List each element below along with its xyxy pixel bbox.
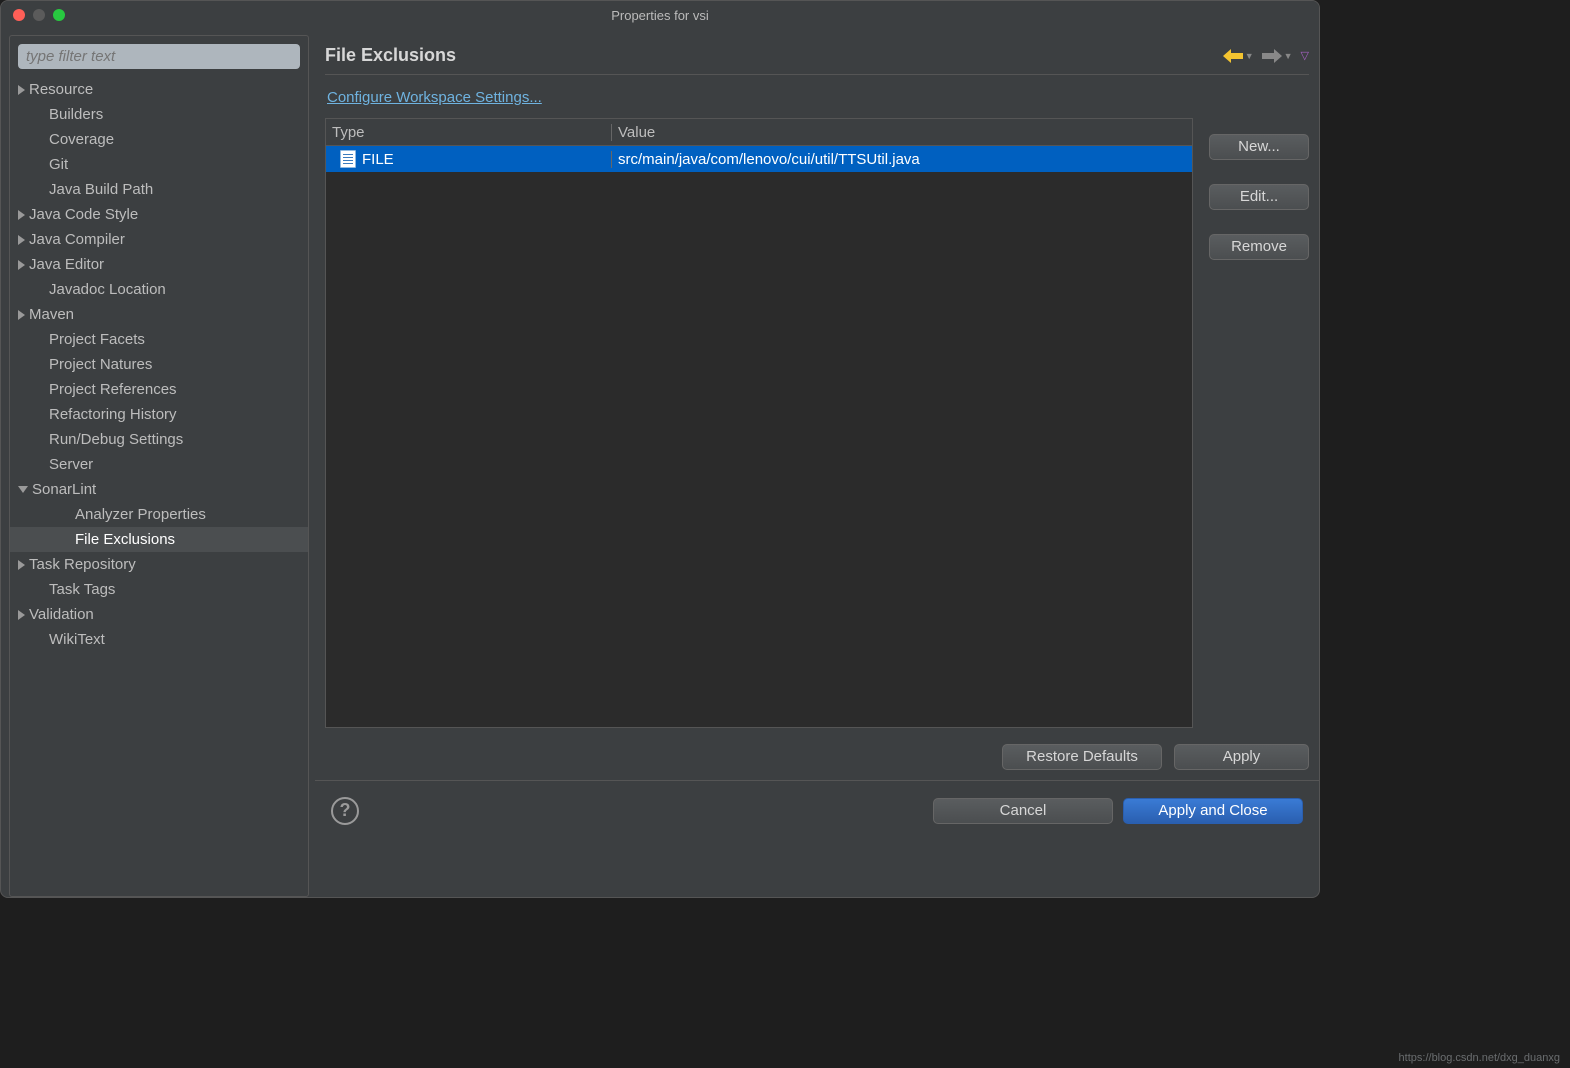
file-icon (340, 150, 356, 168)
tree-item-project-references[interactable]: Project References (10, 377, 308, 402)
tree-item-label: Run/Debug Settings (49, 431, 183, 448)
tree-item-analyzer-properties[interactable]: Analyzer Properties (10, 502, 308, 527)
tree-item-javadoc-location[interactable]: Javadoc Location (10, 277, 308, 302)
tree-item-sonarlint[interactable]: SonarLint (10, 477, 308, 502)
tree-item-git[interactable]: Git (10, 152, 308, 177)
tree-item-label: Git (49, 156, 68, 173)
tree-item-label: Project References (49, 381, 177, 398)
tree-item-label: Coverage (49, 131, 114, 148)
tree-item-label: Task Tags (49, 581, 115, 598)
tree-item-label: WikiText (49, 631, 105, 648)
tree-item-task-tags[interactable]: Task Tags (10, 577, 308, 602)
expand-arrow-icon[interactable] (18, 486, 28, 493)
tree-item-label: File Exclusions (75, 531, 175, 548)
table-row[interactable]: FILE src/main/java/com/lenovo/cui/util/TT… (326, 146, 1192, 172)
tree-item-label: Task Repository (29, 556, 136, 573)
tree-item-label: Project Facets (49, 331, 145, 348)
exclusions-table: Type Value FILE src/main/java/com/lenovo/… (325, 118, 1193, 728)
tree-item-label: SonarLint (32, 481, 96, 498)
expand-arrow-icon[interactable] (18, 610, 25, 620)
expand-arrow-icon[interactable] (18, 260, 25, 270)
apply-and-close-button[interactable]: Apply and Close (1123, 798, 1303, 824)
cell-type: FILE (362, 151, 394, 168)
column-header-type[interactable]: Type (326, 124, 611, 141)
tree-item-builders[interactable]: Builders (10, 102, 308, 127)
tree-item-server[interactable]: Server (10, 452, 308, 477)
tree-item-coverage[interactable]: Coverage (10, 127, 308, 152)
filter-input[interactable] (18, 44, 300, 69)
expand-arrow-icon[interactable] (18, 310, 25, 320)
tree-item-label: Refactoring History (49, 406, 177, 423)
tree-item-java-compiler[interactable]: Java Compiler (10, 227, 308, 252)
tree-item-wikitext[interactable]: WikiText (10, 627, 308, 652)
nav-back-button[interactable]: ▼ (1223, 49, 1254, 63)
tree-item-label: Analyzer Properties (75, 506, 206, 523)
tree-item-file-exclusions[interactable]: File Exclusions (10, 527, 308, 552)
tree-item-label: Java Compiler (29, 231, 125, 248)
tree-item-task-repository[interactable]: Task Repository (10, 552, 308, 577)
tree-item-label: Resource (29, 81, 93, 98)
nav-forward-button[interactable]: ▼ (1262, 49, 1293, 63)
main-panel: File Exclusions ▼ ▼ ▽ Configure Workspac… (315, 29, 1319, 897)
edit-button[interactable]: Edit... (1209, 184, 1309, 210)
expand-arrow-icon[interactable] (18, 560, 25, 570)
tree-item-maven[interactable]: Maven (10, 302, 308, 327)
watermark-text: https://blog.csdn.net/dxg_duanxg (1399, 1052, 1560, 1064)
tree-item-label: Java Build Path (49, 181, 153, 198)
tree-item-validation[interactable]: Validation (10, 602, 308, 627)
tree-item-java-build-path[interactable]: Java Build Path (10, 177, 308, 202)
tree-item-label: Javadoc Location (49, 281, 166, 298)
tree-item-label: Builders (49, 106, 103, 123)
page-title: File Exclusions (325, 45, 456, 66)
apply-button[interactable]: Apply (1174, 744, 1309, 770)
column-header-value[interactable]: Value (611, 124, 1192, 141)
tree-item-java-editor[interactable]: Java Editor (10, 252, 308, 277)
properties-dialog: Properties for vsi Resource Builders Cover… (0, 0, 1320, 898)
tree-item-java-code-style[interactable]: Java Code Style (10, 202, 308, 227)
expand-arrow-icon[interactable] (18, 85, 25, 95)
window-close-button[interactable] (13, 9, 25, 21)
window-zoom-button[interactable] (53, 9, 65, 21)
tree-item-project-natures[interactable]: Project Natures (10, 352, 308, 377)
cancel-button[interactable]: Cancel (933, 798, 1113, 824)
cell-value: src/main/java/com/lenovo/cui/util/TTSUti… (611, 151, 1192, 168)
tree-item-label: Server (49, 456, 93, 473)
configure-workspace-link[interactable]: Configure Workspace Settings... (325, 75, 1309, 118)
tree-item-project-facets[interactable]: Project Facets (10, 327, 308, 352)
window-minimize-button[interactable] (33, 9, 45, 21)
help-icon[interactable]: ? (331, 797, 359, 825)
tree-item-label: Java Code Style (29, 206, 138, 223)
tree-item-label: Project Natures (49, 356, 152, 373)
expand-arrow-icon[interactable] (18, 210, 25, 220)
window-title: Properties for vsi (1, 8, 1319, 23)
tree-item-label: Java Editor (29, 256, 104, 273)
tree-item-resource[interactable]: Resource (10, 77, 308, 102)
titlebar: Properties for vsi (1, 1, 1319, 29)
remove-button[interactable]: Remove (1209, 234, 1309, 260)
tree-item-run-debug-settings[interactable]: Run/Debug Settings (10, 427, 308, 452)
new-button[interactable]: New... (1209, 134, 1309, 160)
sidebar: Resource Builders Coverage Git Java Build Pa… (9, 35, 309, 897)
tree-item-label: Maven (29, 306, 74, 323)
restore-defaults-button[interactable]: Restore Defaults (1002, 744, 1162, 770)
expand-arrow-icon[interactable] (18, 235, 25, 245)
view-menu-icon[interactable]: ▽ (1301, 49, 1309, 62)
tree-item-refactoring-history[interactable]: Refactoring History (10, 402, 308, 427)
tree-item-label: Validation (29, 606, 94, 623)
category-tree: Resource Builders Coverage Git Java Build Pa… (10, 77, 308, 896)
